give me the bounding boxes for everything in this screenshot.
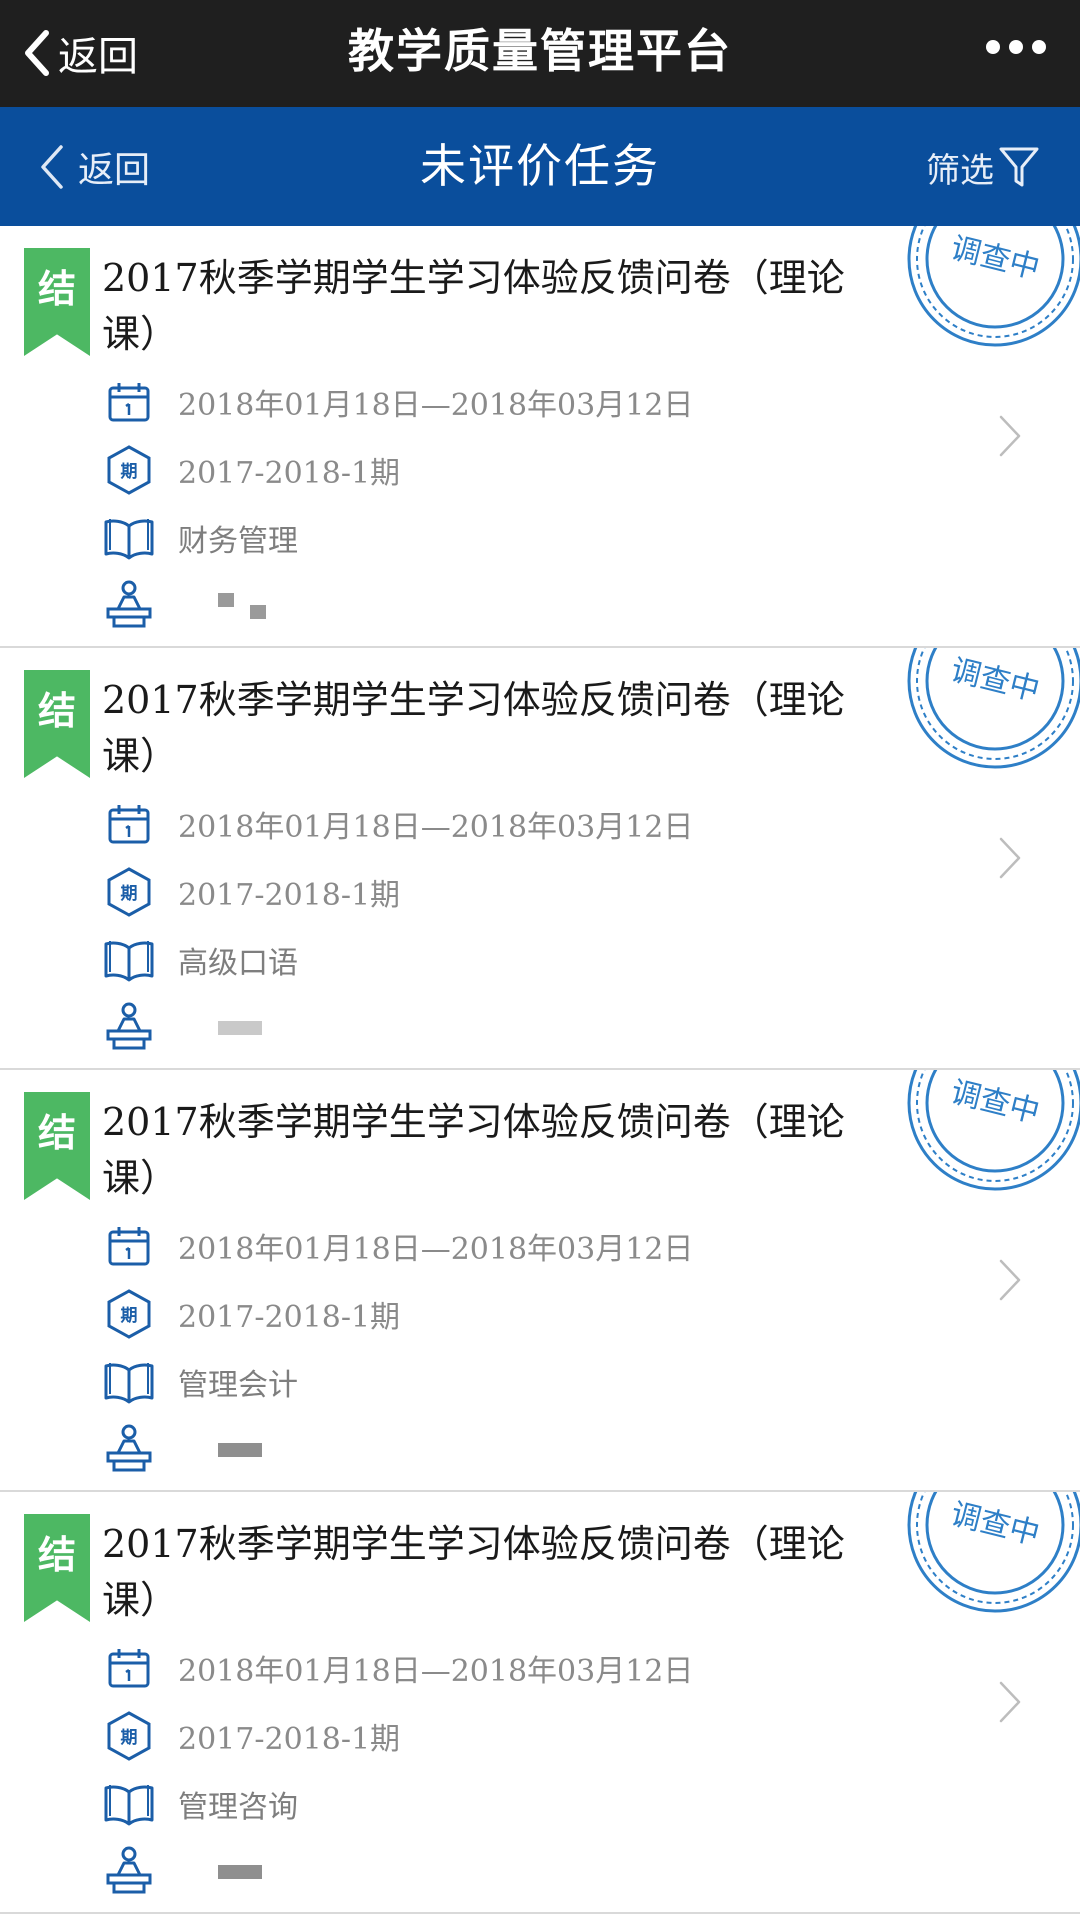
chevron-right-icon[interactable] xyxy=(998,1680,1022,1724)
teacher-podium-icon xyxy=(102,1422,156,1474)
term-row: 期 2017-2018-1期 xyxy=(102,444,400,496)
svg-text:期: 期 xyxy=(121,1306,138,1326)
course-row: 财务管理 xyxy=(102,512,298,564)
task-card[interactable]: 结 2017秋季学期学生学习体验反馈问卷（理论课） 调查中 2018年01月18… xyxy=(0,648,1080,1070)
dot-icon xyxy=(1032,40,1046,54)
page-header: 返回 未评价任务 筛选 xyxy=(0,107,1080,226)
stamp-text: 调查中 xyxy=(947,1497,1043,1553)
calendar-icon xyxy=(102,1220,156,1272)
course-row: 管理咨询 xyxy=(102,1778,298,1830)
term: 2017-2018-1期 xyxy=(178,456,401,491)
term: 2017-2018-1期 xyxy=(178,878,401,913)
survey-stamp: 调查中 xyxy=(907,1492,1080,1613)
date-range: 2018年01月18日—2018年03月12日 xyxy=(178,810,694,845)
teacher-row xyxy=(102,1422,262,1474)
calendar-icon xyxy=(102,1642,156,1694)
filter-label: 筛选 xyxy=(926,150,994,191)
term-hexagon-icon: 期 xyxy=(102,1710,156,1762)
survey-stamp: 调查中 xyxy=(907,1070,1080,1191)
term-row: 期 2017-2018-1期 xyxy=(102,866,400,918)
task-card[interactable]: 结 2017秋季学期学生学习体验反馈问卷（理论课） 调查中 2018年01月18… xyxy=(0,226,1080,648)
course-name: 管理咨询 xyxy=(178,1790,298,1825)
term: 2017-2018-1期 xyxy=(178,1300,401,1335)
task-title: 2017秋季学期学生学习体验反馈问卷（理论课） xyxy=(102,1522,845,1622)
task-card[interactable]: 结 2017秋季学期学生学习体验反馈问卷（理论课） 调查中 2018年01月18… xyxy=(0,1492,1080,1914)
course-name: 高级口语 xyxy=(178,946,298,981)
teacher-name-redacted xyxy=(178,1433,262,1463)
status-tag: 结 xyxy=(24,1514,90,1622)
term-hexagon-icon: 期 xyxy=(102,1288,156,1340)
status-tag: 结 xyxy=(24,1092,90,1200)
dot-icon xyxy=(1009,40,1023,54)
svg-text:期: 期 xyxy=(121,462,138,482)
book-icon xyxy=(102,512,156,564)
book-icon xyxy=(102,934,156,986)
teacher-row xyxy=(102,1844,262,1896)
term-hexagon-icon: 期 xyxy=(102,866,156,918)
teacher-podium-icon xyxy=(102,1000,156,1052)
term-row: 期 2017-2018-1期 xyxy=(102,1288,400,1340)
date-range-row: 2018年01月18日—2018年03月12日 xyxy=(102,1642,693,1694)
book-icon xyxy=(102,1356,156,1408)
term: 2017-2018-1期 xyxy=(178,1722,401,1757)
survey-stamp: 调查中 xyxy=(907,648,1080,769)
status-tag-label: 结 xyxy=(37,1533,76,1577)
stamp-text: 调查中 xyxy=(947,653,1043,709)
date-range: 2018年01月18日—2018年03月12日 xyxy=(178,1654,694,1689)
stamp-text: 调查中 xyxy=(947,1075,1043,1131)
date-range-row: 2018年01月18日—2018年03月12日 xyxy=(102,1220,693,1272)
course-name: 管理会计 xyxy=(178,1368,298,1403)
calendar-icon xyxy=(102,376,156,428)
teacher-podium-icon xyxy=(102,1844,156,1896)
app-title: 教学质量管理平台 xyxy=(348,24,732,78)
status-tag-label: 结 xyxy=(37,689,76,733)
dot-icon xyxy=(986,40,1000,54)
teacher-podium-icon xyxy=(102,578,156,630)
task-title: 2017秋季学期学生学习体验反馈问卷（理论课） xyxy=(102,1100,845,1200)
date-range: 2018年01月18日—2018年03月12日 xyxy=(178,388,694,423)
course-name: 财务管理 xyxy=(178,524,298,559)
chevron-right-icon[interactable] xyxy=(998,414,1022,458)
stamp-text: 调查中 xyxy=(947,231,1043,287)
book-icon xyxy=(102,1778,156,1830)
task-card[interactable]: 结 2017秋季学期学生学习体验反馈问卷（理论课） 调查中 2018年01月18… xyxy=(0,1070,1080,1492)
status-tag: 结 xyxy=(24,248,90,356)
teacher-name-redacted xyxy=(178,589,266,619)
calendar-icon xyxy=(102,798,156,850)
survey-stamp: 调查中 xyxy=(907,226,1080,347)
date-range-row: 2018年01月18日—2018年03月12日 xyxy=(102,798,693,850)
term-hexagon-icon: 期 xyxy=(102,444,156,496)
course-row: 管理会计 xyxy=(102,1356,298,1408)
filter-button[interactable]: 筛选 xyxy=(926,135,1040,199)
svg-text:期: 期 xyxy=(121,1728,138,1748)
status-tag: 结 xyxy=(24,670,90,778)
teacher-name-redacted xyxy=(178,1011,262,1041)
term-row: 期 2017-2018-1期 xyxy=(102,1710,400,1762)
app-top-bar: 返回 教学质量管理平台 xyxy=(0,0,1080,107)
filter-funnel-icon xyxy=(999,147,1039,187)
status-tag-label: 结 xyxy=(37,1111,76,1155)
teacher-row xyxy=(102,578,266,630)
task-title: 2017秋季学期学生学习体验反馈问卷（理论课） xyxy=(102,256,845,356)
more-menu-button[interactable] xyxy=(986,40,1046,54)
teacher-row xyxy=(102,1000,262,1052)
course-row: 高级口语 xyxy=(102,934,298,986)
page-title: 未评价任务 xyxy=(420,139,660,193)
svg-text:期: 期 xyxy=(121,884,138,904)
chevron-right-icon[interactable] xyxy=(998,836,1022,880)
task-title: 2017秋季学期学生学习体验反馈问卷（理论课） xyxy=(102,678,845,778)
status-tag-label: 结 xyxy=(37,267,76,311)
task-list: 结 2017秋季学期学生学习体验反馈问卷（理论课） 调查中 2018年01月18… xyxy=(0,226,1080,1914)
date-range-row: 2018年01月18日—2018年03月12日 xyxy=(102,376,693,428)
chevron-right-icon[interactable] xyxy=(998,1258,1022,1302)
date-range: 2018年01月18日—2018年03月12日 xyxy=(178,1232,694,1267)
